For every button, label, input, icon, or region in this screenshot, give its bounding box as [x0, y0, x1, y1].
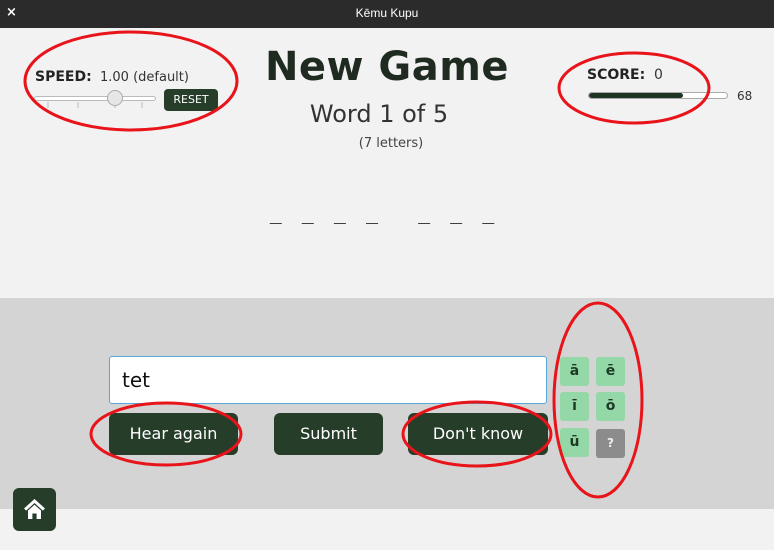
- score-progress-fill: [589, 93, 683, 98]
- window-titlebar: × Kēmu Kupu: [0, 0, 774, 28]
- guess-input[interactable]: [109, 356, 547, 404]
- vowel-e-macron-button[interactable]: ē: [596, 357, 625, 386]
- submit-button[interactable]: Submit: [274, 413, 383, 455]
- home-icon: [24, 499, 45, 519]
- score-label: SCORE:: [587, 67, 646, 83]
- score-max: 68: [737, 89, 753, 103]
- score-value: 0: [654, 67, 663, 83]
- word-blanks-group-2: _ _ _: [418, 200, 499, 224]
- vowel-o-macron-button[interactable]: ō: [596, 392, 625, 421]
- dont-know-button[interactable]: Don't know: [408, 413, 548, 455]
- hear-again-button[interactable]: Hear again: [109, 413, 238, 455]
- word-blanks: _ _ _ _ _ _ _: [0, 200, 774, 224]
- window-title: Kēmu Kupu: [355, 6, 419, 20]
- bottom-strip: [0, 509, 774, 550]
- score-progress-bar: [588, 92, 728, 99]
- word-progress: Word 1 of 5: [309, 100, 449, 128]
- home-button[interactable]: [13, 488, 56, 531]
- word-blanks-group-1: _ _ _ _: [269, 200, 383, 224]
- vowel-a-macron-button[interactable]: ā: [560, 357, 589, 386]
- macron-help-button[interactable]: ?: [596, 429, 625, 458]
- vowel-u-macron-button[interactable]: ū: [560, 428, 589, 457]
- letter-count: (7 letters): [358, 136, 424, 151]
- vowel-i-macron-button[interactable]: ī: [560, 392, 589, 421]
